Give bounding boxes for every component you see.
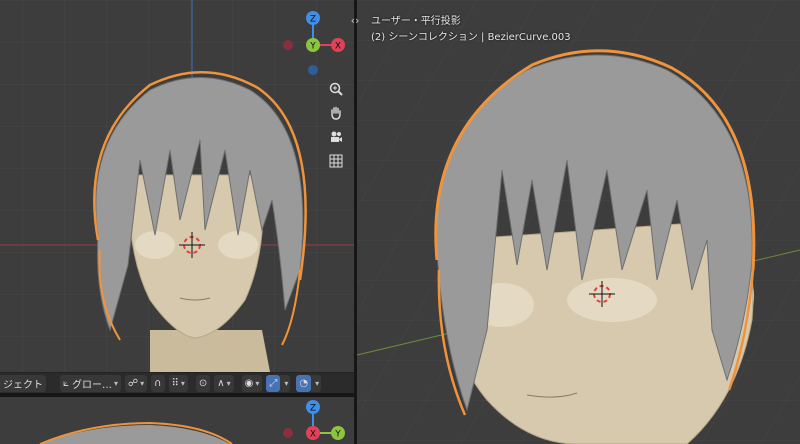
eye-right: [218, 231, 258, 259]
gizmo-z-label: Z: [310, 15, 316, 25]
magnet-icon: ∩: [154, 378, 162, 389]
camera-icon[interactable]: [325, 126, 347, 148]
falloff-icon: ∧: [217, 378, 225, 389]
snap-toggle[interactable]: ∩: [151, 375, 165, 392]
pivot-icon: ☍: [128, 378, 139, 389]
neck: [150, 330, 270, 372]
proportional-edit-toggle[interactable]: ⊙: [195, 375, 211, 392]
gizmo-dropdown[interactable]: ▾: [280, 375, 291, 392]
chevron-down-icon: ▾: [255, 379, 260, 388]
snap-increment-icon: ⠿: [171, 378, 179, 389]
svg-text:X: X: [310, 430, 316, 440]
chevron-down-icon: ▾: [315, 379, 320, 388]
overlay-icon: ◔: [299, 378, 309, 389]
chevron-down-icon: ▾: [284, 379, 289, 388]
chevron-down-icon: ▾: [180, 379, 185, 388]
transform-orientation-dropdown[interactable]: ⟀ グロー… ▾: [60, 375, 122, 392]
gizmo-x-label: X: [335, 42, 341, 52]
svg-text:Y: Y: [334, 430, 341, 440]
gizmo-neg-z[interactable]: [308, 65, 318, 75]
orientation-label: グロー…: [72, 380, 112, 391]
hand-pan-icon[interactable]: [325, 102, 347, 124]
snap-target-dropdown[interactable]: ⠿ ▾: [168, 375, 188, 392]
left-3d-viewport[interactable]: Z Y X ジェクト ⟀ グロー… ▾ ☍ ▾ ∩ ⠿ ▾ ⊙ ∧ ▾ ◉ ▾ ⤢ ▾ ◔…: [0, 0, 354, 393]
falloff-dropdown[interactable]: ∧ ▾: [214, 375, 234, 392]
right-scene: [357, 0, 800, 444]
object-mode-dropdown[interactable]: ジェクト: [0, 375, 46, 392]
eye-icon: ◉: [244, 378, 254, 389]
gizmo-neg-x[interactable]: [283, 40, 293, 50]
eye-right: [567, 278, 657, 322]
right-3d-viewport[interactable]: ユーザー・平行投影 (2) シーンコレクション | BezierCurve.00…: [357, 0, 800, 444]
mode-label: ジェクト: [3, 380, 43, 391]
gizmo-y-label: Y: [309, 42, 316, 52]
grid-icon[interactable]: [325, 150, 347, 172]
gizmo-arrows-icon: ⤢: [269, 378, 278, 389]
chevron-down-icon: ▾: [226, 379, 231, 388]
zoom-icon[interactable]: [325, 78, 347, 100]
pivot-point-dropdown[interactable]: ☍ ▾: [125, 375, 148, 392]
collapse-toggle-icon[interactable]: ‹›: [348, 14, 362, 28]
navigation-gizmo-bottom[interactable]: Z X Y: [278, 397, 354, 444]
visibility-dropdown[interactable]: ◉ ▾: [241, 375, 263, 392]
proportional-edit-icon: ⊙: [198, 378, 208, 389]
orientation-icon: ⟀: [63, 378, 69, 389]
eye-left: [135, 231, 175, 259]
bottom-3d-viewport[interactable]: Z X Y: [0, 397, 354, 444]
collection-info: (2) シーンコレクション | BezierCurve.003: [371, 32, 571, 43]
overlay-dropdown[interactable]: ▾: [311, 375, 322, 392]
overlay-toggle[interactable]: ◔: [296, 375, 312, 392]
svg-text:Z: Z: [310, 404, 316, 414]
view-name: ユーザー・平行投影: [371, 16, 461, 27]
navigation-gizmo[interactable]: Z Y X: [278, 6, 354, 82]
chevron-down-icon: ▾: [114, 379, 119, 388]
viewport-header: ジェクト ⟀ グロー… ▾ ☍ ▾ ∩ ⠿ ▾ ⊙ ∧ ▾ ◉ ▾ ⤢ ▾ ◔ ▾: [0, 372, 354, 393]
gizmo-toggle[interactable]: ⤢: [266, 375, 281, 392]
chevron-down-icon: ▾: [140, 379, 145, 388]
